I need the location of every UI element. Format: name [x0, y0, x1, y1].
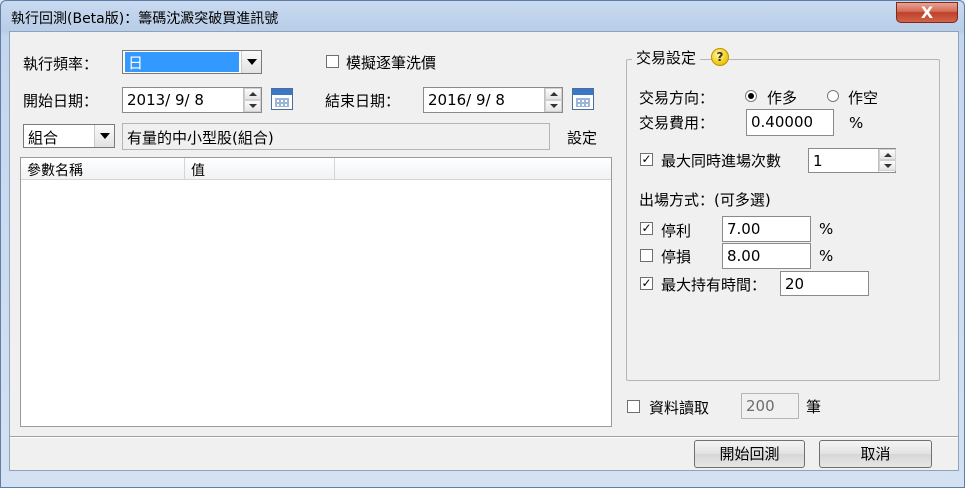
- title-bar[interactable]: 執行回測(Beta版)：籌碼沈澱突破買進訊號 X: [1, 1, 965, 31]
- take-profit-input[interactable]: 7.00: [722, 216, 811, 242]
- data-read-unit: 筆: [806, 398, 822, 416]
- take-profit-label: 停利: [661, 222, 692, 240]
- frequency-select[interactable]: 日: [122, 50, 262, 74]
- stop-loss-unit: %: [819, 247, 834, 265]
- table-header: 參數名稱 值: [21, 158, 611, 180]
- direction-short-label: 作空: [848, 89, 879, 107]
- take-profit-checkbox[interactable]: ✓: [640, 222, 653, 235]
- data-read-input: 200: [741, 393, 799, 419]
- column-header-empty: [335, 158, 611, 180]
- dialog-window: 執行回測(Beta版)：籌碼沈澱突破買進訊號 X 執行頻率： 日 模擬逐筆洗價 …: [0, 0, 965, 488]
- spin-down-icon[interactable]: [545, 100, 562, 112]
- fee-input[interactable]: 0.40000: [746, 109, 834, 136]
- max-entries-value: 1: [813, 152, 823, 170]
- max-entries-spinner[interactable]: [878, 149, 896, 172]
- trade-settings-title: 交易設定: [632, 47, 701, 68]
- simulate-label: 模擬逐筆洗價: [346, 54, 437, 72]
- frequency-value: 日: [125, 52, 239, 72]
- spin-down-icon[interactable]: [244, 100, 261, 112]
- portfolio-settings-link[interactable]: 設定: [567, 127, 597, 148]
- exit-method-label: 出場方式：(可多選): [639, 191, 771, 209]
- column-header-value[interactable]: 值: [185, 158, 335, 180]
- max-hold-checkbox[interactable]: ✓: [640, 277, 653, 290]
- portfolio-type-select[interactable]: 組合: [23, 124, 115, 148]
- spin-down-icon[interactable]: [879, 160, 896, 171]
- max-entries-label: 最大同時進場次數: [661, 152, 782, 170]
- fee-unit: %: [849, 114, 864, 132]
- dialog-client-area: 執行頻率： 日 模擬逐筆洗價 開始日期： 2013/ 9/ 8 結束日期： 20…: [9, 31, 959, 471]
- end-date-label: 結束日期：: [325, 92, 401, 110]
- data-read-checkbox[interactable]: [627, 400, 640, 413]
- column-header-param-name[interactable]: 參數名稱: [21, 158, 185, 180]
- take-profit-value: 7.00: [727, 220, 761, 238]
- parameter-table[interactable]: 參數名稱 值: [20, 157, 612, 427]
- spin-up-icon[interactable]: [879, 149, 896, 160]
- footer-divider: [10, 436, 958, 438]
- start-backtest-button[interactable]: 開始回測: [694, 440, 805, 468]
- start-date-input[interactable]: 2013/ 9/ 8: [122, 87, 262, 113]
- direction-long-label: 作多: [767, 89, 798, 107]
- end-date-value: 2016/ 9/ 8: [428, 91, 505, 109]
- start-date-spinner[interactable]: [243, 88, 261, 112]
- direction-label: 交易方向：: [639, 89, 715, 107]
- start-date-value: 2013/ 9/ 8: [127, 91, 204, 109]
- max-hold-value: 20: [785, 275, 805, 293]
- fee-label: 交易費用：: [639, 114, 715, 132]
- max-hold-label: 最大持有時間：: [661, 276, 767, 294]
- cancel-label: 取消: [860, 445, 891, 463]
- simulate-checkbox[interactable]: [326, 55, 339, 68]
- portfolio-name-field: 有量的中小型股(組合): [122, 123, 550, 150]
- data-read-label: 資料讀取: [649, 399, 710, 417]
- direction-long-radio[interactable]: [745, 90, 757, 102]
- close-icon: X: [920, 3, 934, 22]
- end-date-input[interactable]: 2016/ 9/ 8: [423, 87, 563, 113]
- direction-short-radio[interactable]: [827, 90, 839, 102]
- chevron-down-icon[interactable]: [241, 51, 261, 73]
- stop-loss-checkbox[interactable]: [640, 249, 653, 262]
- window-title: 執行回測(Beta版)：籌碼沈澱突破買進訊號: [11, 11, 279, 27]
- stop-loss-label: 停損: [661, 248, 692, 266]
- start-backtest-label: 開始回測: [719, 445, 780, 463]
- end-date-spinner[interactable]: [544, 88, 562, 112]
- spin-up-icon[interactable]: [244, 88, 261, 100]
- data-read-value: 200: [746, 397, 775, 415]
- max-entries-checkbox[interactable]: ✓: [640, 153, 653, 166]
- chevron-down-icon[interactable]: [94, 125, 114, 147]
- close-button[interactable]: X: [896, 2, 958, 23]
- max-hold-input[interactable]: 20: [780, 271, 869, 296]
- start-date-label: 開始日期：: [23, 92, 99, 110]
- cancel-button[interactable]: 取消: [819, 440, 932, 468]
- calendar-icon[interactable]: [572, 88, 594, 110]
- spin-up-icon[interactable]: [545, 88, 562, 100]
- portfolio-name-value: 有量的中小型股(組合): [127, 129, 274, 147]
- calendar-icon[interactable]: [271, 88, 293, 110]
- stop-loss-value: 8.00: [727, 247, 761, 265]
- help-icon[interactable]: ?: [711, 48, 729, 66]
- take-profit-unit: %: [819, 220, 834, 238]
- fee-value: 0.40000: [751, 113, 814, 131]
- portfolio-type-value: 組合: [28, 129, 59, 147]
- frequency-label: 執行頻率：: [23, 55, 99, 73]
- stop-loss-input[interactable]: 8.00: [722, 243, 811, 269]
